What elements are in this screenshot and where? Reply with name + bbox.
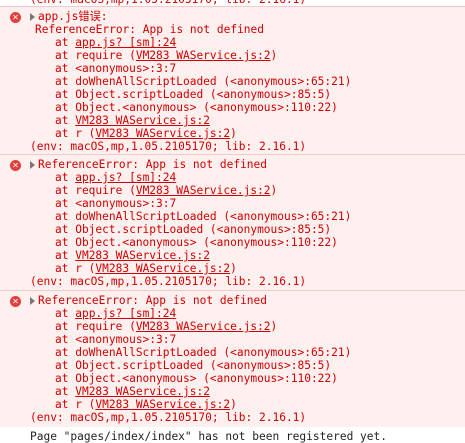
stack-frame-text: at <anonymous>:3:7 [55, 333, 177, 346]
stack-frame: at Object.scriptLoaded (<anonymous>:85:5… [55, 359, 331, 372]
error-icon: ✕ [10, 160, 21, 171]
stack-frame: at Object.scriptLoaded (<anonymous>:85:5… [55, 88, 331, 101]
error-message[interactable]: ReferenceError: App is not defined [38, 294, 267, 307]
stack-frame-text: at Object.scriptLoaded (<anonymous>:85:5… [55, 223, 332, 236]
env-line: (env: macOS,mp,1.05.2105170; lib: 2.16.1… [30, 140, 307, 153]
source-link[interactable]: VM283 WAService.js:2 [75, 385, 210, 398]
error-message: ReferenceError: App is not defined [35, 23, 265, 36]
stack-frame-text: at require ( [55, 49, 136, 62]
stack-frame: at app.js? [sm]:24 [55, 307, 176, 320]
stack-frame: at require (VM283 WAService.js:2) [55, 49, 277, 62]
source-link[interactable]: VM283 WAService.js:2 [95, 398, 230, 411]
stack-frame: at doWhenAllScriptLoaded (<anonymous>:65… [55, 346, 351, 359]
stack-frame: at <anonymous>:3:7 [55, 333, 176, 346]
stack-frame-text: at Object.scriptLoaded (<anonymous>:85:5… [55, 359, 332, 372]
stack-frame-text: ) [230, 127, 237, 140]
stack-frame-text: at Object.<anonymous> (<anonymous>:110:2… [55, 372, 338, 385]
expand-arrow-icon[interactable] [30, 161, 35, 169]
stack-frame: at <anonymous>:3:7 [55, 197, 176, 210]
source-link[interactable]: app.js? [sm]:24 [75, 36, 176, 49]
source-link[interactable]: VM283 WAService.js:2 [136, 320, 271, 333]
stack-frame-text: at [55, 171, 76, 184]
stack-frame-text: at require ( [55, 320, 136, 333]
stack-frame-text: at require ( [55, 184, 136, 197]
source-link[interactable]: VM283 WAService.js:2 [75, 114, 210, 127]
stack-frame: at VM283 WAService.js:2 [55, 249, 210, 262]
log-message-partial: Page "pages/index/index" has not been re… [30, 430, 387, 443]
stack-frame: at r (VM283 WAService.js:2) [55, 127, 237, 140]
source-link[interactable]: VM283 WAService.js:2 [95, 127, 230, 140]
stack-frame-text: at <anonymous>:3:7 [55, 197, 177, 210]
stack-frame-text: at [55, 114, 76, 127]
stack-frame: at Object.<anonymous> (<anonymous>:110:2… [55, 236, 338, 249]
console-error-entry: ✕ app.js错误: ReferenceError: App is not def… [0, 6, 465, 156]
stack-frame: at app.js? [sm]:24 [55, 171, 176, 184]
env-line: (env: macOS,mp,1.05.2105170; lib: 2.16.1… [30, 411, 307, 424]
console-error-entry: ✕ ReferenceError: App is not defined at ap… [0, 290, 465, 427]
stack-frame-text: at [55, 36, 76, 49]
source-link[interactable]: app.js? [sm]:24 [75, 307, 176, 320]
stack-frame-text: ) [270, 320, 278, 333]
stack-frame-text: ) [230, 262, 237, 275]
stack-frame-text: ) [230, 398, 237, 411]
stack-frame-text: at r ( [55, 398, 96, 411]
stack-frame: at require (VM283 WAService.js:2) [55, 320, 277, 333]
source-link[interactable]: app.js? [sm]:24 [75, 171, 176, 184]
env-line: (env: macOS,mp,1.05.2105170; lib: 2.16.1… [30, 275, 307, 288]
source-link[interactable]: VM283 WAService.js:2 [75, 249, 210, 262]
stack-frame-text: ) [270, 184, 278, 197]
stack-frame: at app.js? [sm]:24 [55, 36, 176, 49]
stack-frame-text: at doWhenAllScriptLoaded (<anonymous>:65… [55, 75, 352, 88]
stack-frame-text: at doWhenAllScriptLoaded (<anonymous>:65… [55, 210, 352, 223]
stack-frame: at Object.<anonymous> (<anonymous>:110:2… [55, 101, 338, 114]
expand-arrow-icon[interactable] [30, 13, 35, 21]
error-message[interactable]: ReferenceError: App is not defined [38, 158, 267, 171]
source-link[interactable]: VM283 WAService.js:2 [136, 49, 271, 62]
stack-frame-text: at [55, 307, 76, 320]
stack-frame: at <anonymous>:3:7 [55, 62, 176, 75]
stack-frame-text: at Object.<anonymous> (<anonymous>:110:2… [55, 236, 338, 249]
stack-frame-text: at [55, 385, 76, 398]
stack-frame: at VM283 WAService.js:2 [55, 114, 210, 127]
stack-frame: at r (VM283 WAService.js:2) [55, 262, 237, 275]
error-icon: ✕ [10, 12, 21, 23]
stack-frame-text: ) [270, 49, 278, 62]
stack-frame-text: at r ( [55, 127, 96, 140]
stack-frame: at doWhenAllScriptLoaded (<anonymous>:65… [55, 75, 351, 88]
console-panel: (env: macOS,mp,1.05.2105170; lib: 2.16.1… [0, 0, 465, 443]
source-link[interactable]: VM283 WAService.js:2 [95, 262, 230, 275]
stack-frame-text: at <anonymous>:3:7 [55, 62, 177, 75]
error-header[interactable]: app.js错误: [38, 10, 108, 23]
stack-frame-text: at Object.scriptLoaded (<anonymous>:85:5… [55, 88, 332, 101]
expand-arrow-icon[interactable] [30, 297, 35, 305]
stack-frame: at Object.<anonymous> (<anonymous>:110:2… [55, 372, 338, 385]
stack-frame: at Object.scriptLoaded (<anonymous>:85:5… [55, 223, 331, 236]
stack-frame: at doWhenAllScriptLoaded (<anonymous>:65… [55, 210, 351, 223]
error-icon: ✕ [10, 296, 21, 307]
stack-frame-text: at Object.<anonymous> (<anonymous>:110:2… [55, 101, 338, 114]
stack-frame-text: at r ( [55, 262, 96, 275]
console-error-entry: ✕ ReferenceError: App is not defined at ap… [0, 154, 465, 291]
source-link[interactable]: VM283 WAService.js:2 [136, 184, 271, 197]
stack-frame: at require (VM283 WAService.js:2) [55, 184, 277, 197]
stack-frame: at r (VM283 WAService.js:2) [55, 398, 237, 411]
stack-frame-text: at [55, 249, 76, 262]
stack-frame: at VM283 WAService.js:2 [55, 385, 210, 398]
stack-frame-text: at doWhenAllScriptLoaded (<anonymous>:65… [55, 346, 352, 359]
